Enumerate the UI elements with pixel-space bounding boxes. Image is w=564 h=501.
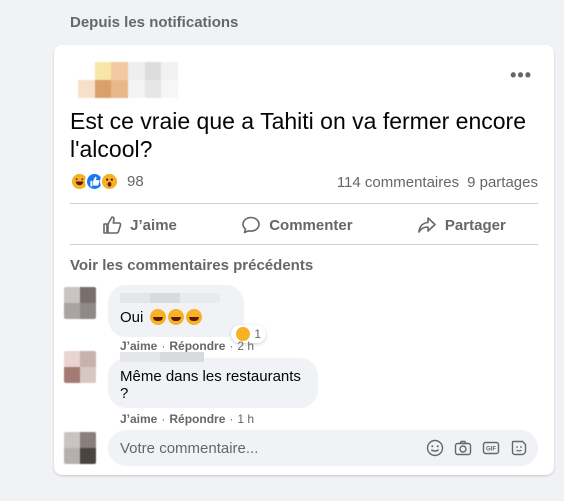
sticker-icon[interactable]: [510, 439, 528, 457]
like-button[interactable]: J’aime: [102, 215, 177, 235]
post-text: Est ce vraie que a Tahiti on va fermer e…: [70, 108, 526, 162]
wow-icon: [100, 172, 119, 191]
laughing-emoji-icon: [167, 309, 184, 325]
comment-time[interactable]: 1 h: [237, 412, 254, 426]
post-actions: J’aime Commenter Partager: [70, 207, 538, 243]
comment-text: Oui: [120, 309, 232, 326]
divider-top: [70, 203, 538, 204]
post-stats: 114 commentaires 9 partages: [337, 174, 538, 191]
comment-bubble: Oui 1: [108, 285, 266, 343]
commenter-avatar[interactable]: [64, 351, 96, 383]
laughing-emoji-icon: [185, 309, 202, 325]
comment-time[interactable]: 2 h: [237, 339, 254, 353]
share-button[interactable]: Partager: [417, 215, 506, 235]
svg-text:GIF: GIF: [486, 447, 496, 453]
comment-button[interactable]: Commenter: [241, 215, 353, 235]
comment-reaction-count: 1: [254, 327, 261, 341]
comments-count-link[interactable]: 114 commentaires: [337, 174, 459, 191]
reactions-summary[interactable]: 98: [70, 172, 144, 191]
laughing-emoji-icon: [149, 309, 166, 325]
post-author-avatar[interactable]: [78, 62, 178, 98]
gif-icon[interactable]: GIF: [482, 439, 500, 457]
comment-bubble-icon: [242, 216, 261, 234]
commenter-name-blurred[interactable]: [120, 352, 306, 362]
camera-icon[interactable]: [454, 439, 472, 457]
current-user-avatar[interactable]: [64, 432, 96, 464]
comment-reply-link[interactable]: Répondre: [169, 339, 225, 353]
comment-reply-link[interactable]: Répondre: [169, 412, 225, 426]
view-previous-comments-link[interactable]: Voir les commentaires précédents: [70, 257, 313, 274]
comment-like-link[interactable]: J’aime: [120, 412, 157, 426]
comment-bubble: Même dans les restaurants ?: [108, 352, 318, 408]
comment-input[interactable]: Votre commentaire...: [120, 440, 426, 457]
like-label: J’aime: [130, 216, 177, 234]
thumbs-up-icon: [103, 216, 122, 234]
post-card: ••• Est ce vraie que a Tahiti on va ferm…: [54, 45, 554, 475]
section-label: Depuis les notifications: [70, 14, 239, 31]
share-arrow-icon: [418, 217, 436, 233]
divider-bottom: [70, 244, 538, 245]
comment-like-link[interactable]: J’aime: [120, 339, 157, 353]
comment-text: Même dans les restaurants ?: [120, 368, 301, 402]
comment-meta: J’aime · Répondre · 1 h: [120, 412, 255, 426]
comment-label: Commenter: [269, 216, 353, 234]
reaction-count: 98: [127, 173, 144, 190]
more-options-button[interactable]: •••: [510, 65, 532, 86]
commenter-name-blurred[interactable]: [120, 293, 232, 303]
composer-tools: GIF: [426, 439, 528, 457]
comment-composer[interactable]: Votre commentaire... GIF: [108, 430, 538, 466]
share-label: Partager: [444, 216, 506, 234]
shares-count-link[interactable]: 9 partages: [467, 174, 538, 191]
comment-meta: J’aime · Répondre · 2 h: [120, 339, 255, 353]
emoji-icon[interactable]: [426, 439, 444, 457]
commenter-avatar[interactable]: [64, 287, 96, 319]
